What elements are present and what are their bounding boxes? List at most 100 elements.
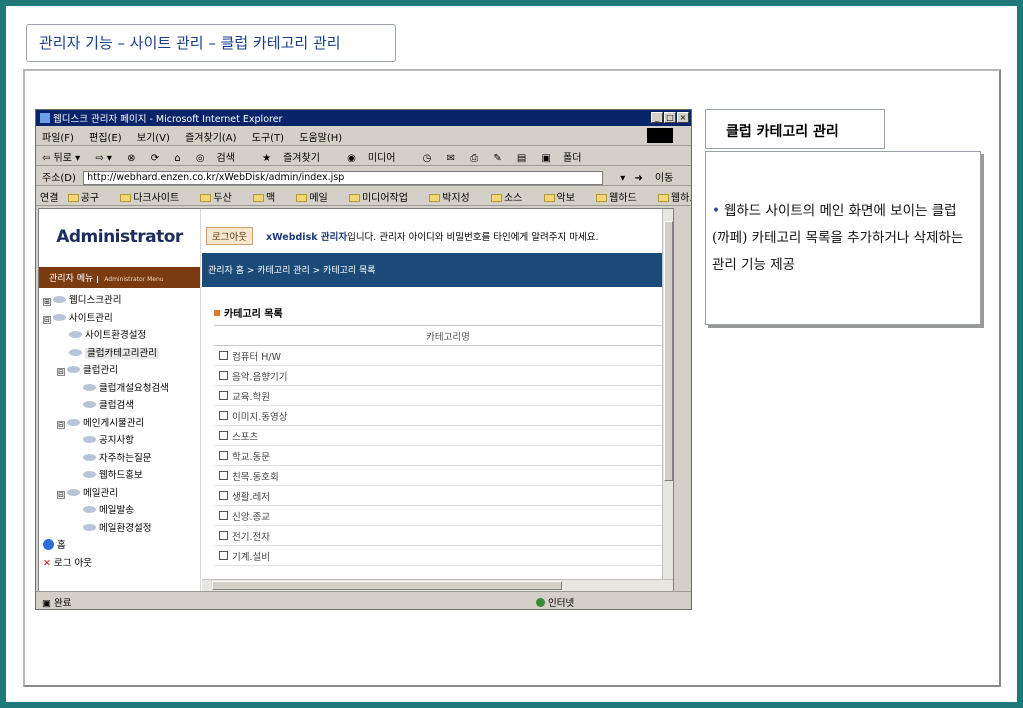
sidebar-tree-item[interactable]: ⊟ 메인게시물관리 (43, 415, 200, 433)
folder-icon (252, 194, 264, 202)
sidebar-tree-item[interactable]: 공지사항 (43, 432, 200, 450)
sidebar-tree-item[interactable]: 클럽개설요청검색 (43, 380, 200, 398)
favorites-button[interactable]: ★ 즐겨찾기 (262, 153, 332, 164)
horizontal-scrollbar[interactable] (202, 579, 673, 591)
edit-icon[interactable]: ✎ (493, 153, 501, 164)
category-checkbox[interactable] (218, 371, 228, 380)
category-name: 컴퓨터 H/W (232, 345, 664, 366)
tree-expander-icon[interactable]: ⊟ (43, 315, 51, 324)
stop-icon[interactable]: ⊗ (127, 153, 135, 164)
tree-expander-icon[interactable]: ⊟ (57, 368, 65, 376)
link-item[interactable]: 웹하드홍보처 (657, 193, 691, 204)
link-item[interactable]: 맥 (252, 193, 287, 204)
address-input[interactable]: http://webhard.enzen.co.kr/xWebDisk/admi… (83, 171, 604, 185)
tree-expander-icon[interactable]: ⊞ (43, 298, 51, 306)
category-checkbox[interactable] (218, 491, 228, 500)
checkbox-cell (214, 545, 232, 566)
tree-expander-icon[interactable]: ⊟ (57, 490, 65, 499)
table-row: 생활.레저 (214, 485, 664, 506)
link-item[interactable]: 공구 (67, 193, 111, 204)
tree-logout-link[interactable]: ✕ 로그 아웃 (43, 555, 200, 573)
forward-button[interactable]: ⇨ ▾ (95, 153, 112, 164)
discuss-icon[interactable]: ▤ (517, 153, 526, 164)
sidebar-tree-item[interactable]: 클럽검색 (43, 397, 200, 415)
globe-icon (536, 598, 545, 607)
history-icon[interactable]: ◷ (423, 153, 432, 164)
refresh-icon[interactable]: ⟳ (151, 153, 159, 164)
link-item[interactable]: 소스 (490, 193, 534, 204)
search-button[interactable]: ◎ 검색 (196, 153, 247, 164)
scroll-thumb[interactable] (664, 221, 673, 481)
tree-expander-icon[interactable]: ⊟ (57, 420, 65, 429)
link-item[interactable]: 두산 (200, 193, 243, 204)
link-item[interactable]: 다크사이트 (120, 193, 191, 204)
link-item[interactable]: 박지성 (429, 193, 482, 204)
sidebar-tree-item[interactable]: ⊟ 클럽관리 (43, 362, 200, 380)
sidebar-tree-item[interactable]: 메일환경설정 (43, 520, 200, 538)
table-header-row: 카테고리명 (214, 325, 664, 346)
sidebar-tree-item[interactable]: ⊟ 메일관리 (43, 485, 200, 503)
menu-edit[interactable]: 편집(E) (89, 133, 122, 144)
vertical-scrollbar[interactable] (662, 209, 673, 581)
go-button[interactable]: ➜ 이동 (635, 173, 686, 184)
checkbox-cell (214, 525, 232, 546)
folder-icon (543, 194, 555, 202)
sidebar-tree-item[interactable]: 자주하는질문 (43, 450, 200, 468)
category-name: 학교.동문 (232, 445, 664, 466)
sidebar-tree-item[interactable]: 웹하드홍보 (43, 467, 200, 485)
tree-logout-label: 로그 아웃 (53, 557, 92, 569)
tree-node-icon (67, 418, 80, 426)
print-icon[interactable]: ⎙ (470, 153, 478, 164)
menu-tools[interactable]: 도구(T) (252, 133, 284, 144)
tree-item-label: 웹디스크관리 (69, 295, 122, 306)
category-checkbox[interactable] (218, 511, 228, 520)
category-checkbox[interactable] (218, 531, 228, 540)
link-item[interactable]: 메일 (296, 193, 339, 204)
category-checkbox[interactable] (218, 451, 228, 460)
category-name: 음악.음향기기 (232, 365, 664, 386)
category-checkbox[interactable] (218, 351, 228, 360)
maximize-icon[interactable]: □ (664, 112, 676, 123)
folder-icon (67, 194, 79, 202)
media-button[interactable]: ◉ 미디어 (347, 153, 407, 164)
back-button[interactable]: ⇦ 뒤로 ▾ (42, 153, 80, 164)
menu-view[interactable]: 보기(V) (137, 133, 170, 144)
scroll-thumb[interactable] (212, 581, 562, 590)
content-panel: 웹디스크 관리자 페이지 - Microsoft Internet Explor… (23, 69, 1001, 687)
tree-node-icon (53, 313, 66, 321)
close-icon[interactable]: × (677, 112, 689, 123)
address-dropdown-icon[interactable]: ▾ (620, 173, 625, 184)
category-checkbox[interactable] (218, 431, 228, 440)
minimize-icon[interactable]: _ (651, 112, 663, 123)
close-icon: ✕ (43, 557, 51, 569)
sidebar-tree-item[interactable]: 사이트환경설정 (43, 327, 200, 345)
home-icon[interactable]: ⌂ (174, 153, 180, 164)
sidebar-tree-item[interactable]: 메일발송 (43, 502, 200, 520)
category-checkbox[interactable] (218, 471, 228, 480)
tree-node-icon (67, 366, 80, 373)
go-label: 이동 (654, 173, 674, 184)
browser-window: 웹디스크 관리자 페이지 - Microsoft Internet Explor… (35, 109, 692, 610)
link-item[interactable]: 웹하드 (596, 193, 649, 204)
category-checkbox[interactable] (218, 391, 228, 400)
sidebar-tree-item[interactable]: ⊟ 사이트관리 (43, 310, 200, 328)
link-item[interactable]: 미디어작업 (348, 193, 420, 204)
sidebar-tree-item[interactable]: 클럽카테고리관리 (43, 345, 200, 363)
link-item[interactable]: 악보 (543, 193, 587, 204)
category-checkbox[interactable] (218, 551, 228, 560)
mail-icon[interactable]: ✉ (447, 153, 455, 164)
menu-file[interactable]: 파일(F) (42, 133, 74, 144)
category-name: 친목.동호회 (232, 465, 664, 486)
folder-button[interactable]: ▣ 폴더 (542, 153, 594, 164)
browser-titlebar: 웹디스크 관리자 페이지 - Microsoft Internet Explor… (36, 110, 691, 126)
menu-favorites[interactable]: 즐겨찾기(A) (185, 133, 236, 144)
category-checkbox[interactable] (218, 411, 228, 420)
description-title: 클럽 카테고리 관리 (705, 109, 885, 149)
menu-help[interactable]: 도움말(H) (299, 133, 342, 144)
sidebar-tree-item[interactable]: ⊞ 웹디스크관리 (43, 292, 200, 310)
tree-node-icon (83, 401, 96, 408)
admin-menu-sub: Administrator Menu (97, 276, 164, 283)
logout-button[interactable]: 로그아웃 (206, 227, 253, 245)
table-row: 학교.동문 (214, 445, 664, 466)
tree-home-link[interactable]: 홈 (43, 537, 200, 555)
